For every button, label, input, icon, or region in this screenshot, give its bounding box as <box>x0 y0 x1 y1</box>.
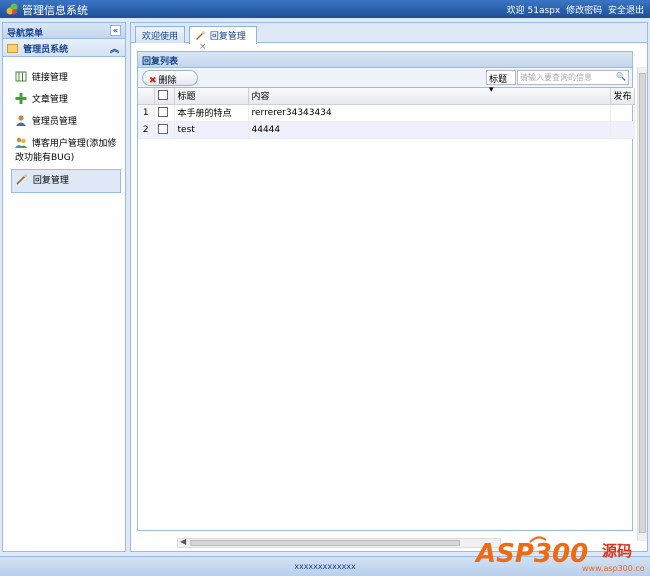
search-icon[interactable]: 🔍 <box>616 72 626 81</box>
tab-replies[interactable]: 回复管理 × <box>189 26 257 52</box>
sidebar-item-links[interactable]: 链接管理 <box>11 67 121 89</box>
asp300-watermark: ASP300 源码 www.asp300.com <box>474 536 644 573</box>
scroll-left-icon[interactable]: ◀ <box>180 537 186 546</box>
cell-title: test <box>174 121 249 139</box>
watermark-domain: www.asp300.com <box>582 564 644 573</box>
delete-label: 删除 <box>158 76 177 86</box>
cell-publish <box>610 121 635 139</box>
search-field-select[interactable]: 标题 ▾ <box>486 70 516 95</box>
tab-label: 欢迎使用 <box>142 32 179 42</box>
welcome-text: 欢迎 51aspx <box>506 6 561 16</box>
row-checkbox[interactable] <box>157 106 168 117</box>
table-row[interactable]: 2 test 44444 <box>138 121 635 139</box>
horizontal-scrollbar[interactable]: ◀ <box>177 537 501 548</box>
table-header-row: 标题 内容 发布 <box>138 88 635 105</box>
column-header-rownum <box>138 88 155 105</box>
sidebar-item-admins[interactable]: 管理员管理 <box>11 111 121 133</box>
vertical-scrollbar[interactable] <box>637 67 647 541</box>
sidebar: 导航菜单 « 管理员系统 ︽ 链接管理 文章管理 管理员管理 博客用户管理(添加… <box>2 22 126 552</box>
cell-content: rerrerer34343434 <box>248 104 611 122</box>
add-icon <box>15 93 27 104</box>
sidebar-item-articles[interactable]: 文章管理 <box>11 89 121 111</box>
collapse-sidebar-button[interactable]: « <box>110 25 121 36</box>
tab-welcome[interactable]: 欢迎使用 <box>135 26 185 43</box>
delete-button[interactable]: ✖ 删除 <box>142 70 198 86</box>
sidebar-item-label: 文章管理 <box>31 95 68 105</box>
reply-grid: 回复列表 ✖ 删除 标题 ▾ 请输入要查询的信息 🔍 标题 内容 发布 1 本手… <box>137 51 635 531</box>
row-number: 1 <box>138 104 155 122</box>
sidebar-item-label: 链接管理 <box>31 73 68 83</box>
sidebar-header: 导航菜单 « <box>3 23 125 39</box>
user-icon <box>16 115 26 126</box>
search-input[interactable]: 请输入要查询的信息 🔍 <box>517 70 629 85</box>
tab-label: 回复管理 <box>209 32 246 42</box>
cell-content: 44444 <box>248 121 611 139</box>
column-header-title[interactable]: 标题 <box>174 88 249 105</box>
cell-title: 本手册的特点 <box>174 104 249 122</box>
sidebar-section-admin[interactable]: 管理员系统 ︽ <box>3 39 125 57</box>
main-panel: 欢迎使用 回复管理 × 回复列表 ✖ 删除 标题 ▾ 请输入要查询的信息 🔍 标… <box>130 22 648 552</box>
column-header-publish[interactable]: 发布 <box>610 88 635 105</box>
folder-icon <box>7 44 18 53</box>
row-select-cell[interactable] <box>154 104 175 122</box>
column-header-content[interactable]: 内容 <box>248 88 611 105</box>
row-select-cell[interactable] <box>154 121 175 139</box>
change-password-link[interactable]: 修改密码 <box>566 6 602 16</box>
column-header-select[interactable] <box>154 88 175 105</box>
tab-strip: 欢迎使用 回复管理 × <box>131 23 647 52</box>
reply-table: 标题 内容 发布 1 本手册的特点 rerrerer34343434 2 tes… <box>138 88 635 139</box>
select-all-checkbox[interactable] <box>157 89 168 100</box>
scrollbar-thumb[interactable] <box>639 73 646 533</box>
users-icon <box>15 137 27 148</box>
watermark-cn: 源码 <box>602 542 632 560</box>
sidebar-item-label: 回复管理 <box>32 176 69 186</box>
wrench-icon <box>16 174 28 185</box>
sidebar-title: 导航菜单 <box>7 29 44 39</box>
watermark-brand: ASP300 <box>474 539 588 569</box>
sidebar-section-label: 管理员系统 <box>23 45 69 55</box>
logout-link[interactable]: 安全退出 <box>608 6 644 16</box>
search-placeholder: 请输入要查询的信息 <box>520 73 592 82</box>
app-title: 管理信息系统 <box>22 4 88 17</box>
title-bar: 管理信息系统 欢迎 51aspx 修改密码 安全退出 <box>0 0 650 18</box>
delete-icon: ✖ <box>149 76 157 86</box>
table-row[interactable]: 1 本手册的特点 rerrerer34343434 <box>138 104 635 122</box>
sidebar-item-label: 博客用户管理(添加修改功能有BUG) <box>15 139 117 163</box>
chevron-up-icon[interactable]: ︽ <box>110 42 119 55</box>
row-checkbox[interactable] <box>157 123 168 134</box>
cell-publish <box>610 104 635 122</box>
grid-title: 回复列表 <box>138 52 632 68</box>
row-number: 2 <box>138 121 155 139</box>
sidebar-item-label: 管理员管理 <box>31 117 77 127</box>
scrollbar-thumb[interactable] <box>190 540 460 546</box>
sidebar-item-blog-users[interactable]: 博客用户管理(添加修改功能有BUG) <box>11 133 121 169</box>
grid-toolbar: ✖ 删除 标题 ▾ 请输入要查询的信息 🔍 <box>138 68 632 95</box>
link-icon <box>15 71 27 82</box>
wrench-icon <box>196 31 205 40</box>
app-logo-icon <box>6 3 18 15</box>
sidebar-menu: 链接管理 文章管理 管理员管理 博客用户管理(添加修改功能有BUG) 回复管理 <box>3 57 125 193</box>
sidebar-item-replies[interactable]: 回复管理 <box>11 169 121 193</box>
user-bar: 欢迎 51aspx 修改密码 安全退出 <box>504 3 644 16</box>
